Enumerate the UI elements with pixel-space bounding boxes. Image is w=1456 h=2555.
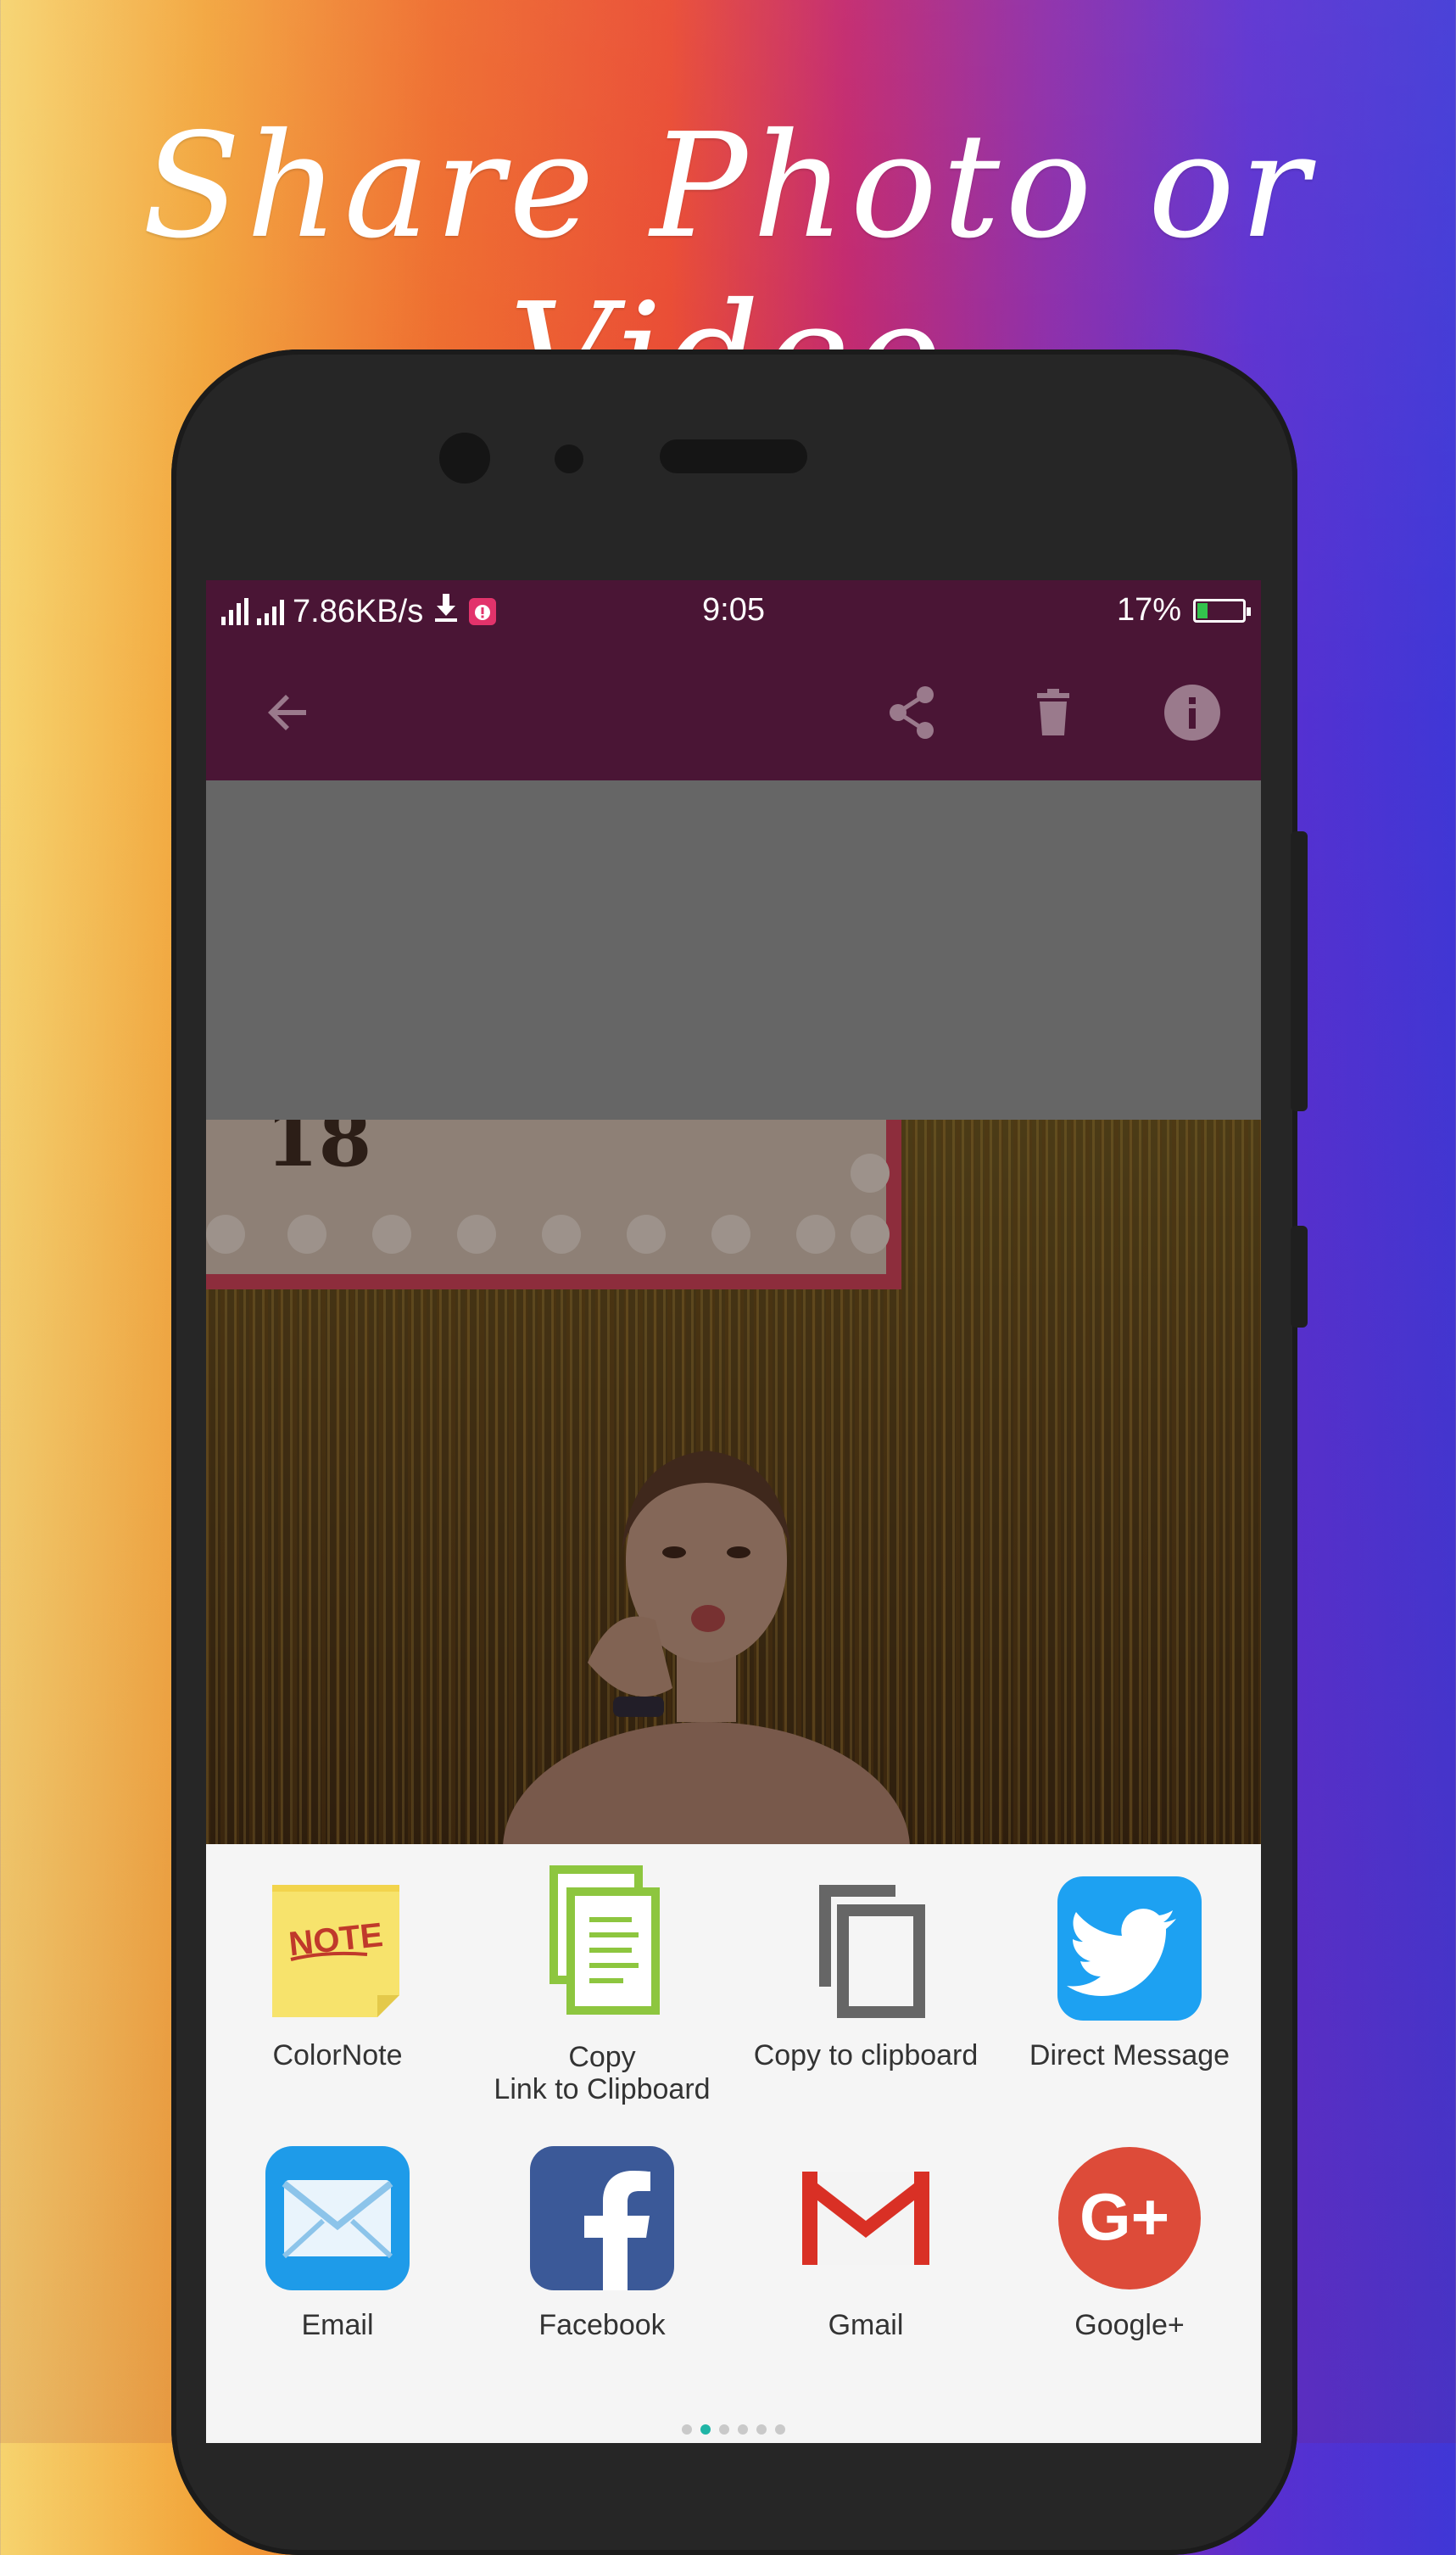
phone-screen: 7.86KB/s 9:05 17% 18 NOTE ColorNote Copy… [206, 580, 1261, 2443]
status-time: 9:05 [702, 592, 765, 628]
battery-percent: 17% [1116, 592, 1181, 628]
copy-icon [794, 1876, 938, 2021]
gmail-icon [794, 2146, 938, 2290]
share-item-email[interactable]: Email [206, 2146, 469, 2367]
front-camera [439, 433, 490, 484]
power-button [1291, 1226, 1308, 1328]
page-dot [738, 2424, 748, 2435]
share-label: Copy to clipboard [753, 2039, 979, 2071]
arrow-left-icon[interactable] [259, 683, 318, 742]
share-item-direct-message[interactable]: Direct Message [998, 1876, 1261, 2097]
twitter-icon [1057, 1876, 1202, 2021]
share-item-copy-clipboard[interactable]: Copy to clipboard [734, 1876, 997, 2097]
status-bar: 7.86KB/s 9:05 17% [206, 580, 1261, 640]
share-sheet: NOTE ColorNote Copy Link to Clipboard Co… [206, 1858, 1261, 2443]
page-dot [682, 2424, 692, 2435]
copy-link-icon [530, 1865, 674, 2015]
info-icon[interactable] [1163, 683, 1222, 742]
share-label: Direct Message [1029, 2039, 1230, 2071]
page-dot [775, 2424, 785, 2435]
trash-icon[interactable] [1024, 683, 1083, 742]
share-label: Email [301, 2309, 374, 2341]
email-icon [265, 2146, 410, 2290]
google-plus-icon: G+ [1057, 2146, 1202, 2290]
share-label: ColorNote [272, 2039, 403, 2071]
media-letterbox [206, 780, 1261, 1120]
share-label: Copy Link to Clipboard [494, 2041, 711, 2105]
page-dot [719, 2424, 729, 2435]
share-icon[interactable] [883, 683, 942, 742]
share-item-gmail[interactable]: Gmail [734, 2146, 997, 2367]
share-label: Facebook [538, 2309, 666, 2341]
volume-button [1291, 831, 1308, 1111]
shared-photo[interactable]: 18 [206, 1120, 1261, 1844]
photo-dim-overlay [206, 1120, 1261, 1844]
share-label: Gmail [828, 2309, 904, 2341]
page-dot-active [700, 2424, 711, 2435]
share-item-colornote[interactable]: NOTE ColorNote [206, 1876, 469, 2097]
earpiece-speaker [660, 439, 807, 473]
share-item-google-plus[interactable]: G+ Google+ [998, 2146, 1261, 2367]
battery-icon [1193, 598, 1251, 623]
share-label: Google+ [1074, 2309, 1185, 2341]
proximity-sensor [555, 444, 583, 473]
share-item-facebook[interactable]: Facebook [471, 2146, 734, 2367]
status-right: 17% [1116, 592, 1251, 629]
share-item-copy-link[interactable]: Copy Link to Clipboard [471, 1865, 734, 2111]
app-toolbar [206, 640, 1261, 780]
page-dot [756, 2424, 767, 2435]
svg-text:G+: G+ [1079, 2179, 1169, 2254]
facebook-icon [530, 2146, 674, 2290]
colornote-icon: NOTE [265, 1876, 410, 2021]
page-indicator[interactable] [206, 2424, 1261, 2435]
